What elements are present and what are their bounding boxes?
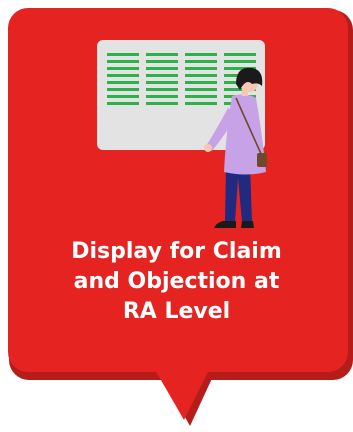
info-card[interactable]: Display for Claim and Objection at RA Le… <box>0 0 353 428</box>
card-title: Display for Claim and Objection at RA Le… <box>71 239 282 324</box>
card-graphic <box>8 8 353 426</box>
